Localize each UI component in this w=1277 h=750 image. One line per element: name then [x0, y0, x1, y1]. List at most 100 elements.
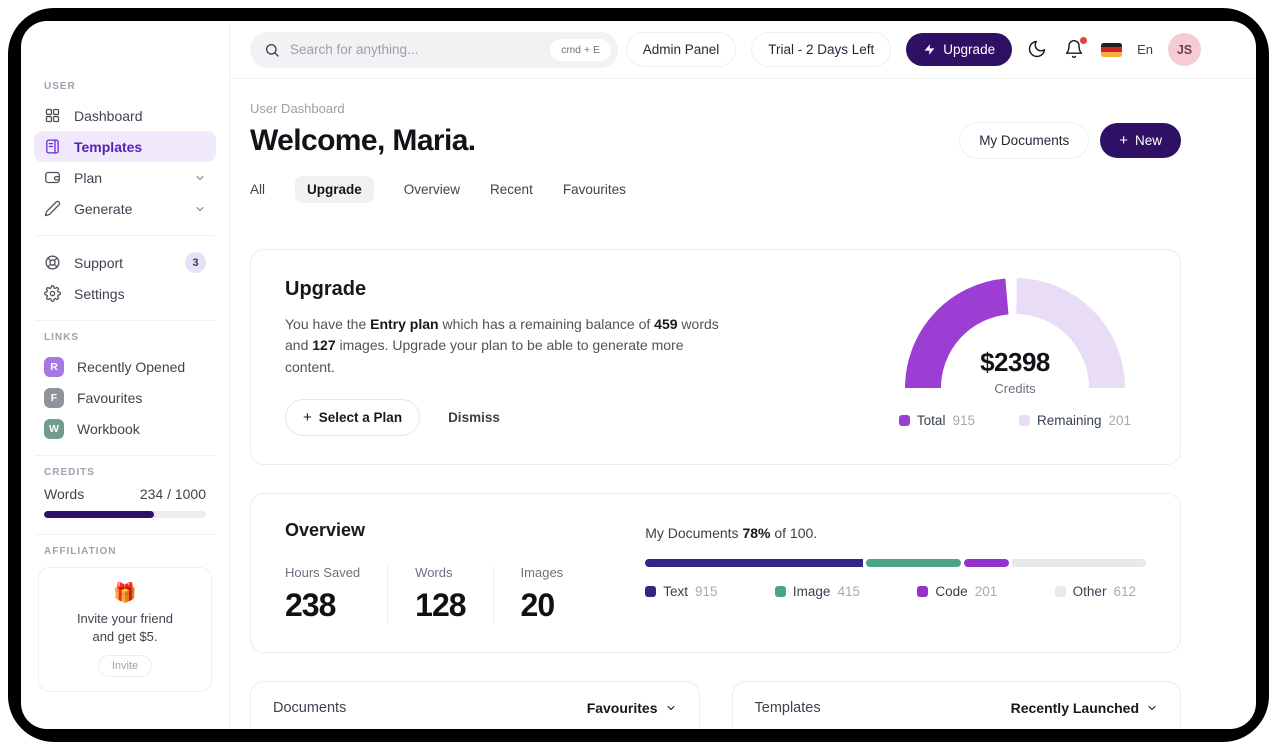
legend-swatch	[1054, 585, 1066, 597]
wallet-icon	[45, 171, 60, 184]
sidebar: USER Dashboard Templates Plan Generate S…	[21, 21, 230, 729]
sidebar-item-label: Generate	[74, 200, 133, 217]
legend-swatch	[898, 415, 910, 426]
divider	[36, 320, 214, 321]
sidebar-item-generate[interactable]: Generate	[34, 193, 216, 224]
sidebar-item-label: Dashboard	[74, 107, 143, 124]
sidebar-section-affiliation: AFFILIATION	[44, 546, 117, 557]
stat-hours-saved: Hours Saved 238	[285, 564, 361, 623]
gauge-label: Credits	[994, 381, 1036, 396]
grid-icon	[45, 108, 60, 123]
breadcrumb: User Dashboard	[250, 101, 345, 116]
new-button-label: New	[1134, 133, 1162, 148]
device-frame: USER Dashboard Templates Plan Generate S…	[8, 8, 1269, 742]
overview-card-title: Overview	[285, 519, 366, 540]
legend-item-code: Code 201	[917, 584, 997, 599]
affiliation-card: 🎁 Invite your friend and get $5. Invite	[38, 567, 212, 693]
link-initial-badge: F	[44, 387, 64, 408]
templates-icon	[46, 139, 59, 154]
sidebar-section-user: USER	[44, 81, 76, 92]
notification-dot	[1080, 36, 1088, 44]
my-documents-button[interactable]: My Documents	[959, 122, 1090, 159]
bar-segment-text	[645, 558, 864, 567]
divider	[36, 235, 214, 236]
main-area: cmd + E Admin Panel Trial - 2 Days Left …	[230, 21, 1256, 729]
templates-card-title: Templates	[754, 699, 821, 716]
documents-progress-legend: Text 915 Image 415 Code 201 Other 612	[645, 584, 1146, 599]
language-flag-icon[interactable]	[1101, 42, 1123, 57]
sidebar-item-label: Recently Opened	[77, 358, 186, 375]
affiliation-text-line2: and get $5.	[92, 628, 158, 644]
sidebar-link-workbook[interactable]: W Workbook	[34, 413, 216, 444]
documents-progress-caption: My Documents 78% of 100.	[645, 524, 818, 541]
overview-stats: Hours Saved 238 Words 128 Images 20	[285, 564, 590, 624]
select-plan-button[interactable]: + Select a Plan	[285, 398, 421, 436]
legend-item-remaining: Remaining 201	[1018, 413, 1131, 428]
sidebar-item-plan[interactable]: Plan	[34, 162, 216, 193]
dismiss-button[interactable]: Dismiss	[448, 410, 500, 425]
tab-all[interactable]: All	[250, 176, 265, 203]
sidebar-item-settings[interactable]: Settings	[34, 278, 216, 309]
credits-value: 234 / 1000	[139, 486, 206, 502]
legend-item-image: Image 415	[774, 584, 860, 599]
legend-swatch	[645, 585, 657, 597]
tab-favourites[interactable]: Favourites	[563, 176, 626, 203]
language-selector[interactable]: En	[1137, 42, 1153, 57]
gift-icon: 🎁	[113, 583, 137, 604]
sidebar-item-label: Plan	[74, 169, 103, 186]
sidebar-link-favourites[interactable]: F Favourites	[34, 382, 216, 413]
link-initial-badge: W	[44, 418, 64, 439]
tab-recent[interactable]: Recent	[490, 176, 533, 203]
sidebar-item-label: Workbook	[77, 420, 140, 437]
credits-label: Words	[44, 486, 85, 502]
sidebar-item-dashboard[interactable]: Dashboard	[34, 100, 216, 131]
gauge-legend: Total 915 Remaining 201	[898, 413, 1131, 428]
search-shortcut-badge: cmd + E	[550, 38, 611, 61]
sidebar-section-links: LINKS	[44, 332, 79, 343]
templates-card: Templates Recently Launched Blog Post Ti…	[731, 680, 1181, 729]
trial-badge-button[interactable]: Trial - 2 Days Left	[751, 32, 892, 67]
credits-progress-fill	[44, 511, 155, 518]
gauge-value: $2398	[980, 347, 1050, 377]
sidebar-section-credits: CREDITS	[44, 467, 95, 478]
tab-upgrade[interactable]: Upgrade	[295, 176, 374, 203]
documents-filter-dropdown[interactable]: Favourites	[587, 700, 677, 716]
upgrade-card-title: Upgrade	[285, 278, 367, 300]
chevron-down-icon	[1148, 705, 1156, 710]
upgrade-button[interactable]: Upgrade	[906, 33, 1013, 66]
stat-words: Words 128	[387, 564, 492, 624]
bar-segment-other	[1012, 558, 1146, 567]
invite-button[interactable]: Invite	[97, 655, 153, 678]
sidebar-item-label: Settings	[74, 285, 125, 302]
pencil-icon	[44, 200, 61, 217]
sidebar-item-templates[interactable]: Templates	[34, 131, 216, 162]
chevron-down-icon	[196, 175, 204, 180]
life-buoy-icon	[45, 255, 60, 270]
credits-gauge: $2398 Credits Total 915 Remaining 201	[890, 278, 1140, 436]
dark-mode-toggle[interactable]	[1027, 39, 1049, 61]
legend-item-total: Total 915	[898, 413, 975, 428]
new-button[interactable]: + New	[1100, 123, 1181, 158]
page-title: Welcome, Maria.	[250, 123, 476, 157]
topbar: cmd + E Admin Panel Trial - 2 Days Left …	[230, 21, 1256, 79]
search-input[interactable]	[290, 42, 541, 57]
documents-progress-bar	[645, 558, 1146, 567]
tab-overview[interactable]: Overview	[404, 176, 460, 203]
documents-card: Documents Favourites Untitled Document i…	[250, 680, 700, 729]
admin-panel-button[interactable]: Admin Panel	[625, 32, 737, 67]
credits-progress-track	[44, 511, 206, 518]
sidebar-link-recently-opened[interactable]: R Recently Opened	[34, 351, 216, 382]
templates-filter-dropdown[interactable]: Recently Launched	[1011, 700, 1158, 716]
bar-segment-image	[866, 558, 962, 567]
legend-item-other: Other 612	[1054, 584, 1136, 599]
notifications-button[interactable]	[1064, 36, 1088, 61]
content: User Dashboard Welcome, Maria. My Docume…	[230, 79, 1256, 729]
divider	[36, 455, 214, 456]
search-bar[interactable]: cmd + E	[250, 31, 618, 68]
sidebar-item-support[interactable]: Support 3	[34, 247, 216, 278]
user-avatar[interactable]: JS	[1168, 33, 1201, 66]
tab-bar: All Upgrade Overview Recent Favourites	[250, 176, 1181, 203]
upgrade-button-label: Upgrade	[943, 42, 996, 57]
support-badge: 3	[185, 252, 206, 273]
sidebar-item-label: Templates	[74, 138, 143, 155]
